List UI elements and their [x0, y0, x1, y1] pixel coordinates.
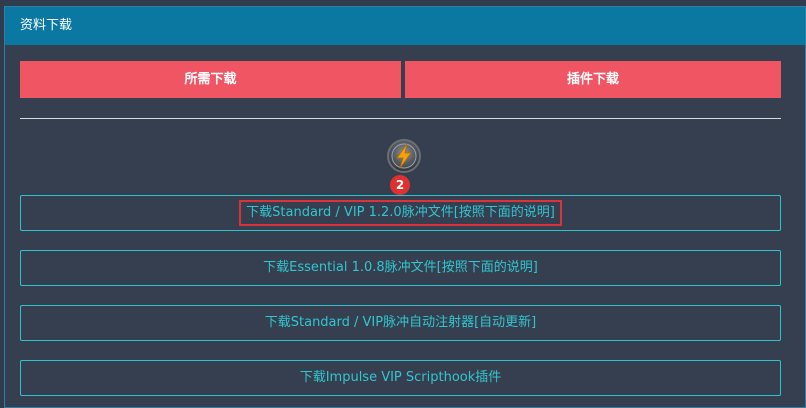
download-label: 下载Impulse VIP Scripthook插件 [299, 370, 502, 385]
panel-title: 资料下载 [5, 7, 805, 45]
plugin-downloads-button[interactable]: 插件下载 [405, 61, 781, 98]
download-label: 下载Essential 1.0.8脉冲文件[按照下面的说明] [263, 260, 538, 275]
notification-badge: 2 [390, 175, 410, 195]
lightning-logo-icon [386, 138, 422, 174]
download-auto-injector-button[interactable]: 下载Standard / VIP脉冲自动注射器[自动更新] [20, 305, 781, 341]
highlight-box: 下载Standard / VIP 1.2.0脉冲文件[按照下面的说明] [239, 199, 562, 226]
download-panel: 资料下载 所需下载 插件下载 2 下载Standard / VIP 1.2.0脉… [4, 6, 806, 408]
download-label: 下载Standard / VIP 1.2.0脉冲文件[按照下面的说明] [246, 204, 555, 220]
download-essential-button[interactable]: 下载Essential 1.0.8脉冲文件[按照下面的说明] [20, 250, 781, 286]
download-label: 下载Standard / VIP脉冲自动注射器[自动更新] [264, 315, 537, 330]
divider [20, 118, 781, 119]
top-button-row: 所需下载 插件下载 [20, 61, 781, 98]
required-downloads-button[interactable]: 所需下载 [20, 61, 401, 98]
download-scripthook-button[interactable]: 下载Impulse VIP Scripthook插件 [20, 360, 781, 396]
download-standard-vip-button[interactable]: 下载Standard / VIP 1.2.0脉冲文件[按照下面的说明] [20, 195, 781, 231]
